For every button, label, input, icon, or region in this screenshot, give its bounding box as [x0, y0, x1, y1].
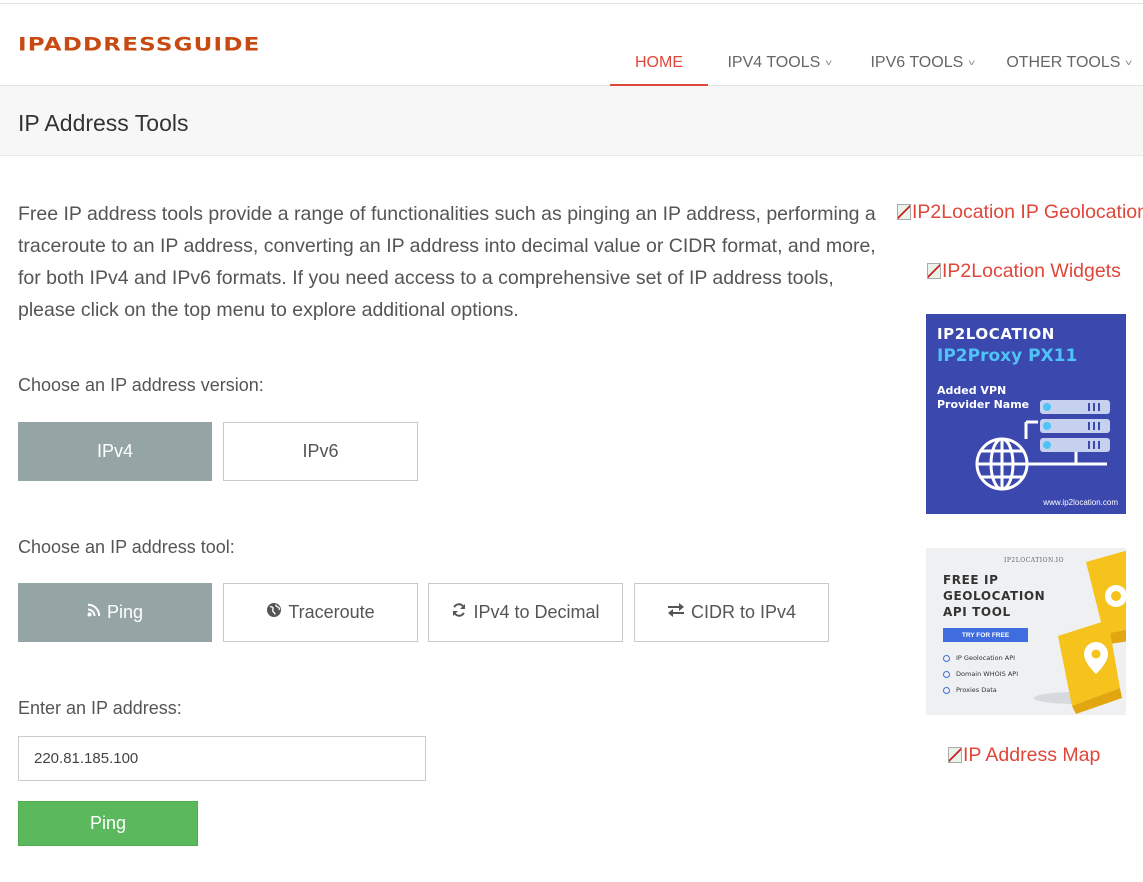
bullet-icon — [943, 654, 950, 662]
chevron-down-icon: ˅ — [825, 58, 833, 68]
ip2location-geolocation-link[interactable]: IP2Location IP Geolocation — [897, 201, 1143, 224]
intro-text: Free IP address tools provide a range of… — [18, 203, 876, 321]
list-item: IP Geolocation API — [943, 650, 1018, 666]
ip2location-widgets-link[interactable]: IP2Location Widgets — [927, 260, 1121, 283]
server-globe-illustration — [975, 400, 1110, 491]
ip-address-map-link[interactable]: IP Address Map — [948, 744, 1100, 767]
page-title: IP Address Tools — [18, 110, 189, 136]
ad2-cta: TRY FOR FREE — [943, 628, 1028, 642]
ip2location-geolocation-link-text: IP2Location IP Geolocation — [912, 201, 1143, 223]
main-nav: HOME IPV4 TOOLS ˅ IPV6 TOOLS ˅ OTHER TOOLS… — [610, 4, 1143, 86]
globe-icon — [266, 602, 282, 623]
ping-tool-button[interactable]: Ping — [18, 583, 212, 642]
broken-image-icon — [927, 263, 941, 279]
ipv4-button-label: IPv4 — [96, 441, 134, 461]
nav-other-tools-label: OTHER TOOLS — [1006, 54, 1121, 71]
tool-label: Choose an IP address tool: — [18, 537, 235, 557]
ad2-brand: IP2LOCATION.IO — [1004, 557, 1065, 564]
ipv4-to-decimal-tool-button[interactable]: IPv4 to Decimal — [428, 583, 623, 642]
ipv6-button-label: IPv6 — [302, 441, 339, 461]
ipv4-to-decimal-tool-label: IPv4 to Decimal — [473, 602, 600, 622]
nav-ipv6-tools[interactable]: IPV6 TOOLS ˅ — [851, 4, 994, 86]
traceroute-tool-button[interactable]: Traceroute — [223, 583, 418, 642]
ad2-feature-label: IP Geolocation API — [956, 654, 1016, 662]
ip-address-input[interactable] — [18, 736, 426, 781]
nav-home[interactable]: HOME — [610, 4, 708, 86]
broken-image-icon — [897, 204, 911, 220]
ad2-feature-label: Domain WHOIS API — [956, 670, 1019, 678]
exchange-icon — [667, 602, 685, 623]
title-bar: IP Address Tools — [0, 86, 1143, 156]
ip-input-label: Enter an IP address: — [18, 698, 182, 718]
ad2-feature-list: IP Geolocation API Domain WHOIS API Prox… — [943, 650, 1018, 698]
ip-address-map-link-text: IP Address Map — [963, 744, 1101, 766]
nav-ipv4-tools[interactable]: IPV4 TOOLS ˅ — [708, 4, 851, 86]
nav-ipv4-tools-label: IPV4 TOOLS — [727, 54, 821, 71]
list-item: Proxies Data — [943, 682, 1018, 698]
nav-ipv6-tools-label: IPV6 TOOLS — [870, 54, 964, 71]
nav-home-label: HOME — [635, 54, 683, 71]
version-label: Choose an IP address version: — [18, 375, 264, 395]
chevron-down-icon: ˅ — [968, 58, 976, 68]
ad1-brand: IP2LOCATION — [937, 325, 1055, 343]
cidr-to-ipv4-tool-label: CIDR to IPv4 — [690, 602, 797, 622]
broken-image-icon — [948, 747, 962, 763]
ad2-headline: FREE IP GEOLOCATION API TOOL — [943, 573, 1046, 619]
ad1-url: www.ip2location.com — [1043, 498, 1118, 507]
ping-tool-label: Ping — [106, 602, 144, 622]
ipv4-button[interactable]: IPv4 — [18, 422, 212, 481]
cidr-to-ipv4-tool-button[interactable]: CIDR to IPv4 — [634, 583, 829, 642]
ping-submit-label: Ping — [89, 813, 127, 833]
bullet-icon — [943, 686, 950, 694]
site-header: IPADDRESSGUIDE HOME IPV4 TOOLS ˅ IPV6 TOO… — [0, 4, 1143, 86]
ping-submit-button[interactable]: Ping — [18, 801, 198, 846]
nav-other-tools[interactable]: OTHER TOOLS ˅ — [994, 4, 1143, 86]
ip2proxy-ad-banner[interactable]: IP2LOCATION IP2Proxy PX11 Added VPN Prov… — [926, 314, 1126, 514]
chevron-down-icon: ˅ — [1125, 58, 1133, 68]
rss-icon — [87, 603, 101, 622]
refresh-icon — [451, 602, 467, 623]
ad2-feature-label: Proxies Data — [956, 686, 997, 694]
ad1-tagline: Added VPN Provider Name — [937, 384, 1030, 411]
site-logo[interactable]: IPADDRESSGUIDE — [18, 34, 261, 55]
ipv6-button[interactable]: IPv6 — [223, 422, 418, 481]
traceroute-tool-label: Traceroute — [288, 602, 375, 622]
ip2location-io-ad-banner[interactable]: IP2LOCATION.IO FREE IP GEOLOCATION API T… — [926, 548, 1126, 715]
ip2location-widgets-link-text: IP2Location Widgets — [942, 260, 1121, 282]
list-item: Domain WHOIS API — [943, 666, 1018, 682]
bullet-icon — [943, 670, 950, 678]
ad1-product: IP2Proxy PX11 — [937, 346, 1078, 366]
